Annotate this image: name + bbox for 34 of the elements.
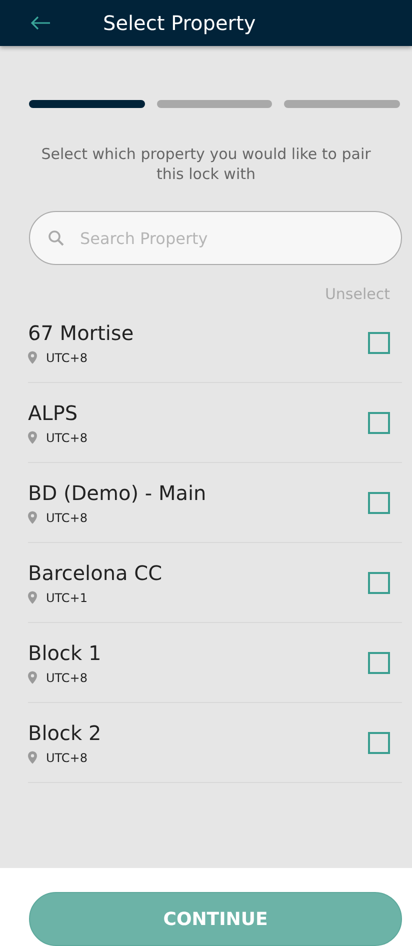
timezone-text: UTC+8	[46, 510, 88, 524]
search-field[interactable]: Search Property	[29, 211, 402, 265]
property-name: Block 1	[28, 640, 102, 664]
property-row[interactable]: Block 2 UTC+8	[28, 703, 402, 783]
timezone-text: UTC+8	[46, 670, 88, 684]
location-pin-icon	[28, 431, 37, 444]
property-row[interactable]: Barcelona CC UTC+1	[28, 543, 402, 623]
property-name: Block 2	[28, 720, 102, 744]
location-pin-icon	[28, 511, 37, 524]
timezone-text: UTC+8	[46, 350, 88, 364]
checkbox[interactable]	[368, 652, 390, 674]
location-pin-icon	[28, 671, 37, 684]
checkbox[interactable]	[368, 412, 390, 434]
property-name: BD (Demo) - Main	[28, 480, 206, 504]
instruction-text: Select which property you would like to pair this lock with	[40, 144, 372, 184]
checkbox[interactable]	[368, 492, 390, 514]
screen-title: Select Property	[103, 11, 256, 35]
checkbox[interactable]	[368, 732, 390, 754]
property-name: Barcelona CC	[28, 560, 162, 584]
property-name: ALPS	[28, 400, 79, 424]
back-arrow-icon[interactable]	[31, 16, 51, 30]
timezone-text: UTC+8	[46, 430, 88, 444]
property-row[interactable]: ALPS UTC+8	[28, 383, 402, 463]
location-pin-icon	[28, 591, 37, 604]
checkbox[interactable]	[368, 332, 390, 354]
property-row[interactable]: BD (Demo) - Main UTC+8	[28, 463, 402, 543]
checkbox[interactable]	[368, 572, 390, 594]
property-row[interactable]: Block 1 UTC+8	[28, 623, 402, 703]
timezone-text: UTC+1	[46, 590, 88, 604]
location-pin-icon	[28, 351, 37, 364]
property-row[interactable]: 67 Mortise UTC+8	[28, 303, 402, 383]
location-pin-icon	[28, 751, 37, 764]
property-name: 67 Mortise	[28, 320, 134, 344]
timezone-text: UTC+8	[46, 750, 88, 764]
